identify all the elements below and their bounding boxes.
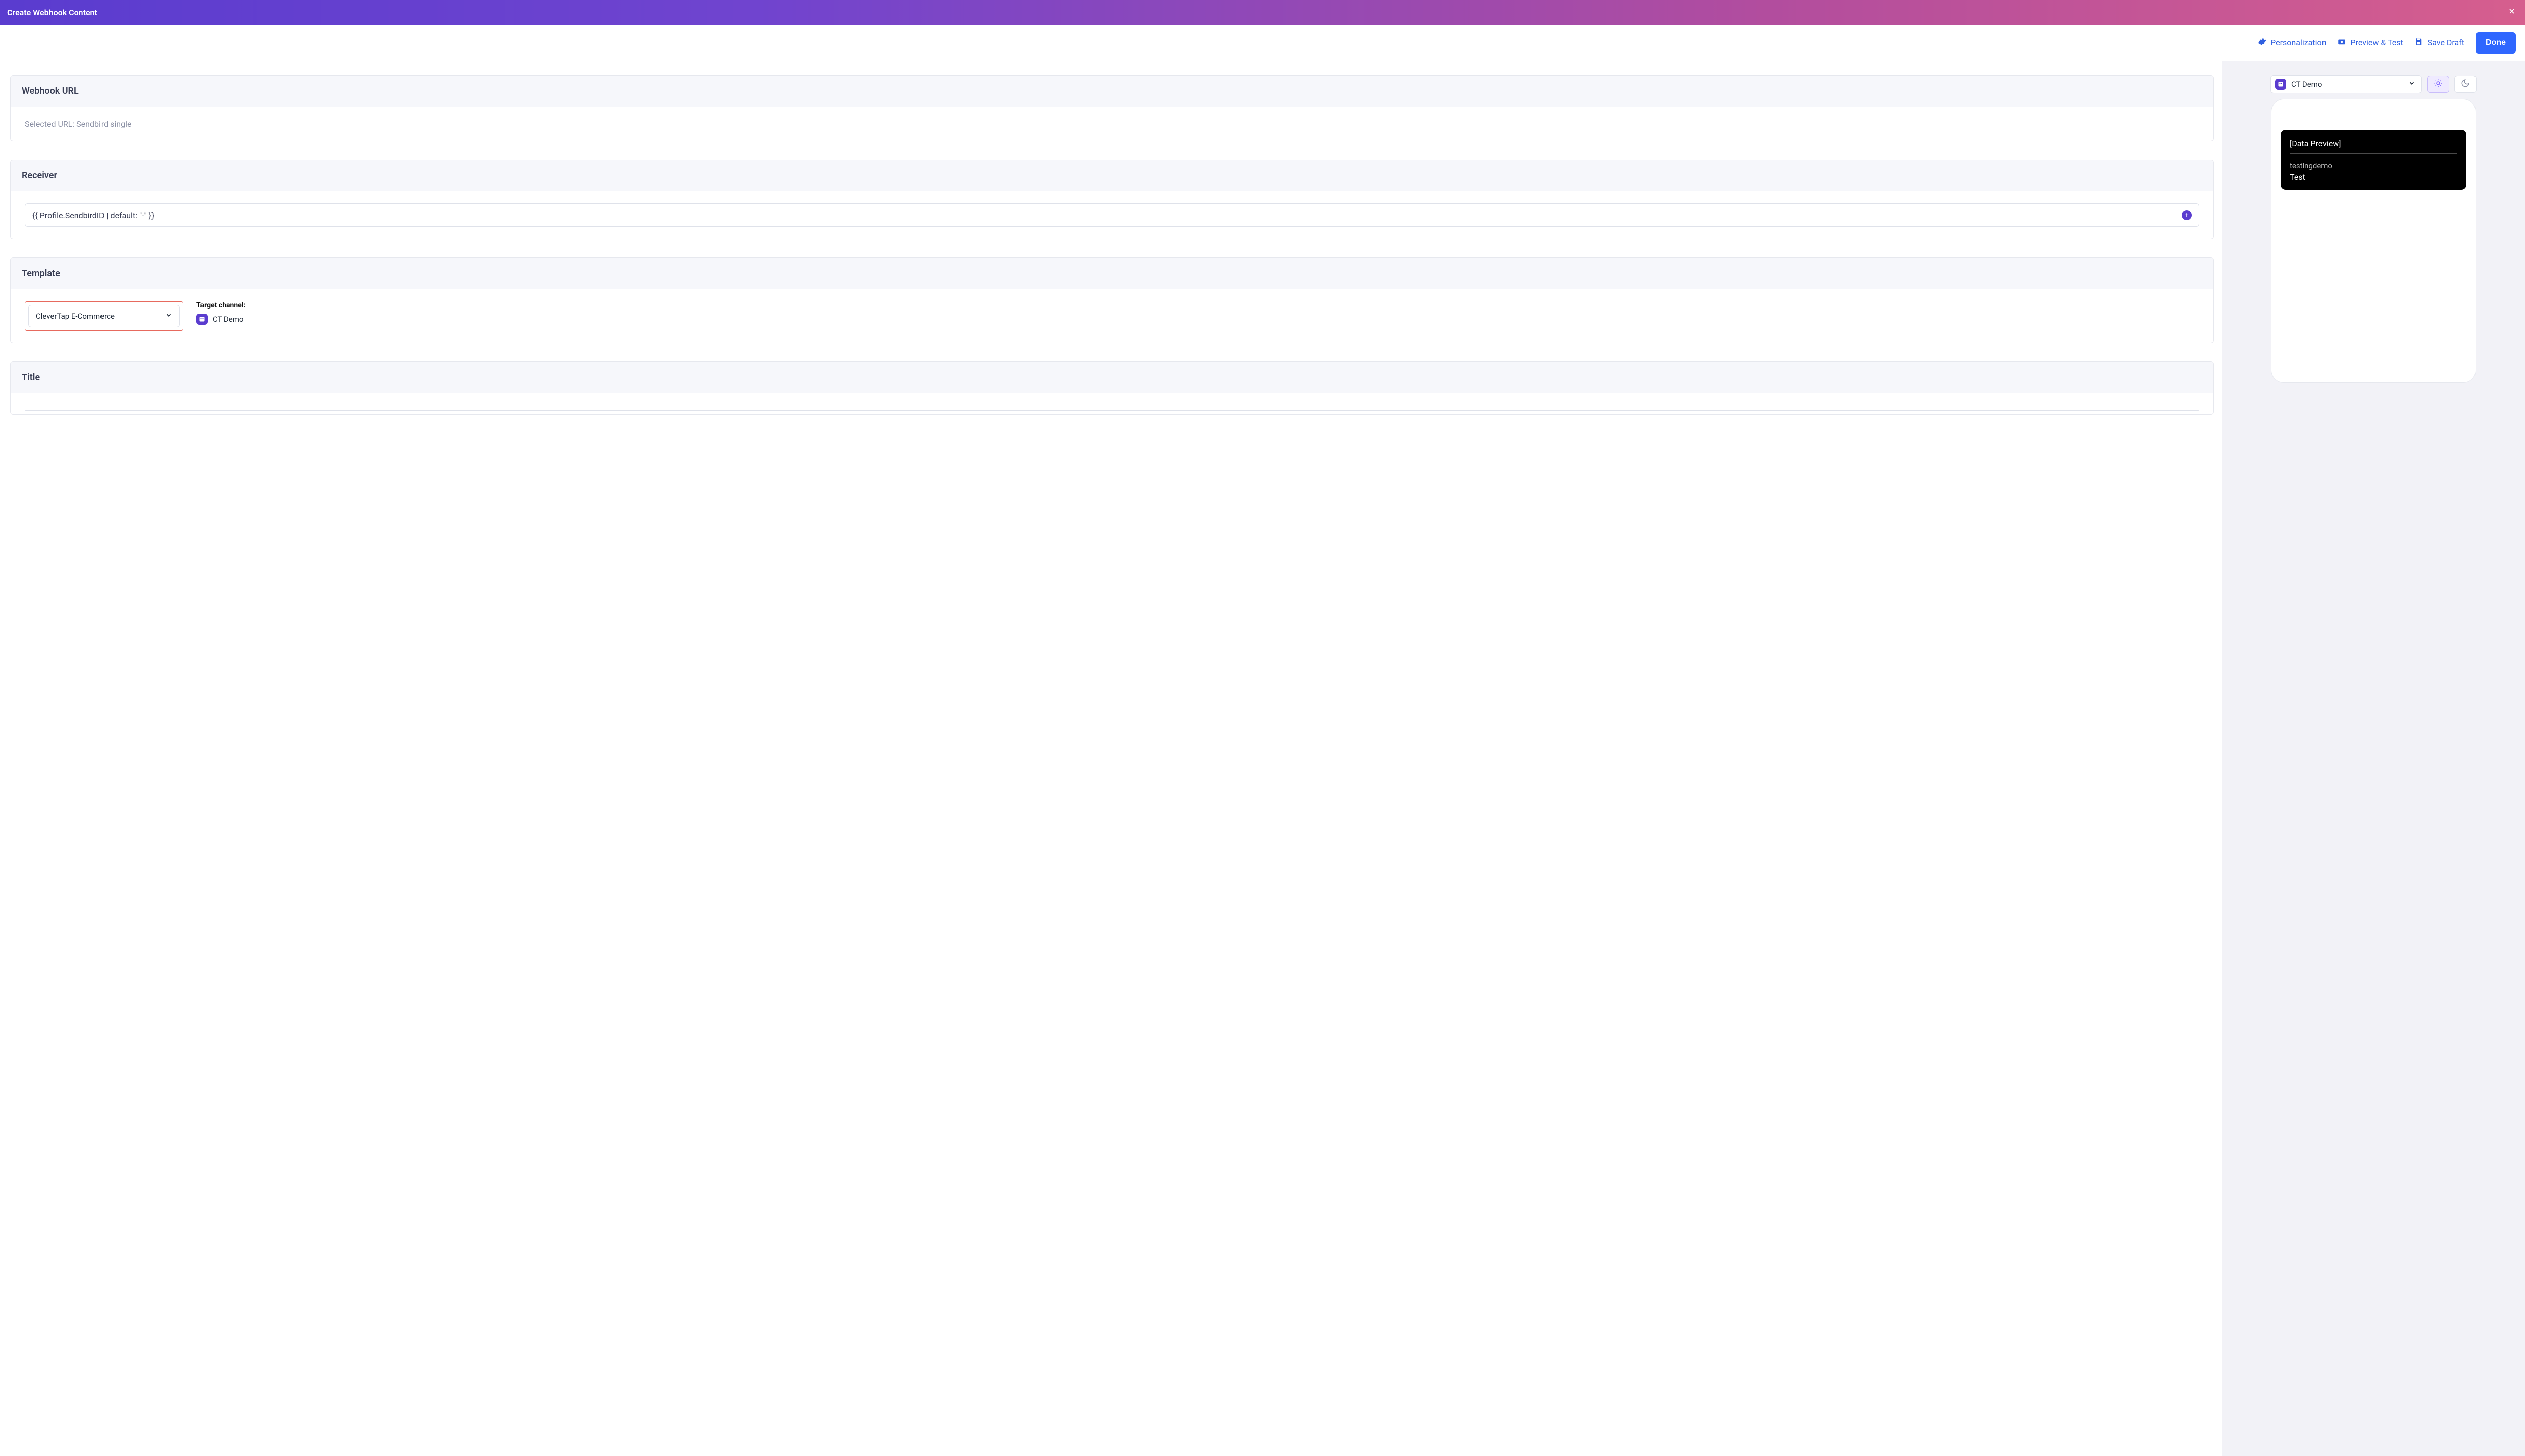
gear-icon: [2257, 37, 2266, 48]
done-button[interactable]: Done: [2476, 32, 2516, 54]
template-select[interactable]: CleverTap E-Commerce: [28, 305, 180, 327]
chevron-down-icon: [2408, 80, 2415, 89]
save-draft-link[interactable]: Save Draft: [2414, 37, 2464, 48]
selected-url-text: Selected URL: Sendbird single: [25, 119, 2199, 129]
preview-card-title: [Data Preview]: [2290, 139, 2457, 148]
receiver-value: {{ Profile.SendbirdID | default: "-" }}: [32, 211, 154, 220]
preview-test-label: Preview & Test: [2350, 38, 2403, 47]
moon-icon: [2461, 79, 2470, 90]
personalization-link[interactable]: Personalization: [2257, 37, 2326, 48]
webhook-url-header: Webhook URL: [11, 76, 2213, 107]
channel-app-icon: [2275, 79, 2286, 90]
preview-pane: CT Demo: [2222, 61, 2525, 1456]
receiver-header: Receiver: [11, 160, 2213, 191]
channel-app-icon: [196, 314, 208, 325]
save-icon: [2414, 37, 2423, 48]
light-mode-button[interactable]: [2427, 76, 2449, 93]
template-header: Template: [11, 258, 2213, 289]
left-pane[interactable]: Webhook URL Selected URL: Sendbird singl…: [0, 61, 2222, 1456]
template-select-highlight: CleverTap E-Commerce: [25, 301, 183, 331]
action-bar: Personalization Preview & Test Save Draf…: [0, 25, 2525, 61]
preview-toolbar: CT Demo: [2270, 75, 2477, 93]
save-draft-label: Save Draft: [2428, 38, 2464, 47]
chevron-down-icon: [165, 311, 172, 321]
divider: [2290, 153, 2457, 154]
title-input-top-edge: [25, 410, 2199, 411]
webhook-url-card: Webhook URL Selected URL: Sendbird singl…: [10, 75, 2214, 141]
app-root: Create Webhook Content Personalization P…: [0, 0, 2525, 1456]
template-card: Template CleverTap E-Commerce: [10, 257, 2214, 343]
done-label: Done: [2486, 38, 2506, 47]
receiver-input[interactable]: {{ Profile.SendbirdID | default: "-" }} …: [25, 203, 2199, 227]
plus-icon: +: [2185, 212, 2188, 219]
personalization-label: Personalization: [2270, 38, 2326, 47]
preview-channel-value: CT Demo: [2291, 80, 2322, 89]
preview-test-link[interactable]: Preview & Test: [2337, 37, 2403, 48]
device-frame: [Data Preview] testingdemo Test: [2271, 99, 2476, 382]
template-selected-value: CleverTap E-Commerce: [36, 311, 115, 321]
preview-line-1: testingdemo: [2290, 161, 2457, 170]
title-card: Title: [10, 361, 2214, 415]
dark-mode-button[interactable]: [2454, 76, 2477, 93]
title-header: Title: [11, 362, 2213, 393]
modal-title: Create Webhook Content: [7, 8, 97, 17]
body-area: Webhook URL Selected URL: Sendbird singl…: [0, 61, 2525, 1456]
preview-channel-select[interactable]: CT Demo: [2270, 75, 2422, 93]
sun-icon: [2434, 79, 2443, 90]
add-receiver-button[interactable]: +: [2182, 210, 2192, 220]
preview-card: [Data Preview] testingdemo Test: [2281, 130, 2466, 190]
target-channel-value: CT Demo: [213, 315, 243, 324]
target-channel-label: Target channel:: [196, 301, 245, 309]
receiver-card: Receiver {{ Profile.SendbirdID | default…: [10, 160, 2214, 239]
camera-icon: [2337, 37, 2346, 48]
preview-line-2: Test: [2290, 172, 2457, 182]
target-channel-block: Target channel: CT Demo: [196, 301, 245, 325]
close-button[interactable]: [2508, 7, 2516, 18]
modal-header: Create Webhook Content: [0, 0, 2525, 25]
